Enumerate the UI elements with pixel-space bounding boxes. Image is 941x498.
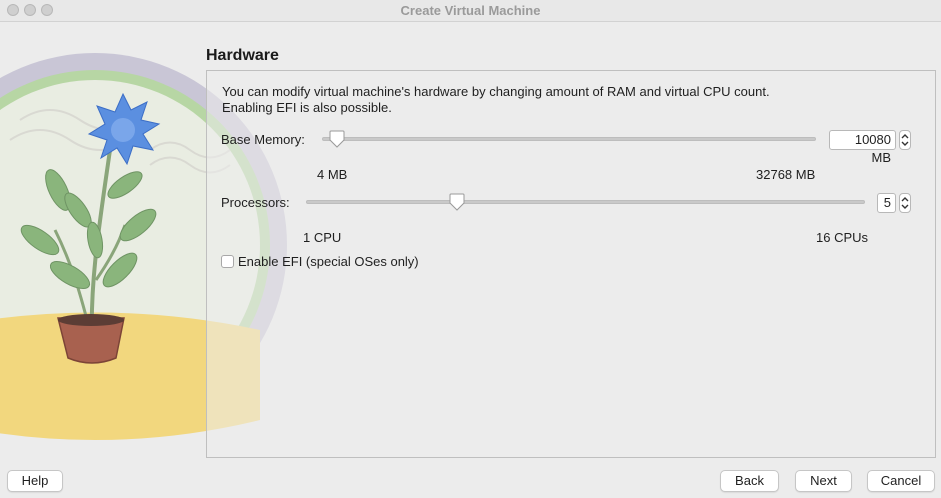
processors-slider-knob[interactable] [448, 193, 466, 211]
base-memory-slider-knob[interactable] [328, 130, 346, 148]
title-bar: Create Virtual Machine [0, 0, 941, 22]
enable-efi-label[interactable]: Enable EFI (special OSes only) [238, 254, 419, 269]
base-memory-stepper[interactable] [899, 130, 911, 150]
section-title: Hardware [206, 47, 279, 64]
back-button[interactable]: Back [720, 470, 779, 492]
base-memory-max-label: 32768 MB [756, 167, 816, 182]
help-button[interactable]: Help [7, 470, 63, 492]
enable-efi-checkbox[interactable] [221, 255, 234, 268]
description-line-1: You can modify virtual machine's hardwar… [222, 84, 770, 99]
window-title: Create Virtual Machine [400, 3, 541, 18]
description: You can modify virtual machine's hardwar… [222, 84, 922, 116]
processors-label: Processors: [221, 195, 290, 210]
processors-min-label: 1 CPU [303, 230, 342, 245]
cancel-button[interactable]: Cancel [867, 470, 935, 492]
chevron-down-icon[interactable] [900, 194, 910, 212]
next-button[interactable]: Next [795, 470, 852, 492]
processors-stepper[interactable] [899, 193, 911, 213]
base-memory-input[interactable]: 10080 MB [829, 130, 896, 165]
base-memory-min-label: 4 MB [317, 167, 348, 182]
base-memory-label: Base Memory: [221, 132, 305, 147]
processors-slider[interactable] [306, 200, 865, 204]
processors-input[interactable]: 5 [877, 193, 896, 213]
base-memory-slider[interactable] [322, 137, 816, 141]
processors-max-label: 16 CPUs [816, 230, 869, 245]
description-line-2: Enabling EFI is also possible. [222, 100, 392, 115]
chevron-up-icon[interactable] [900, 131, 910, 149]
